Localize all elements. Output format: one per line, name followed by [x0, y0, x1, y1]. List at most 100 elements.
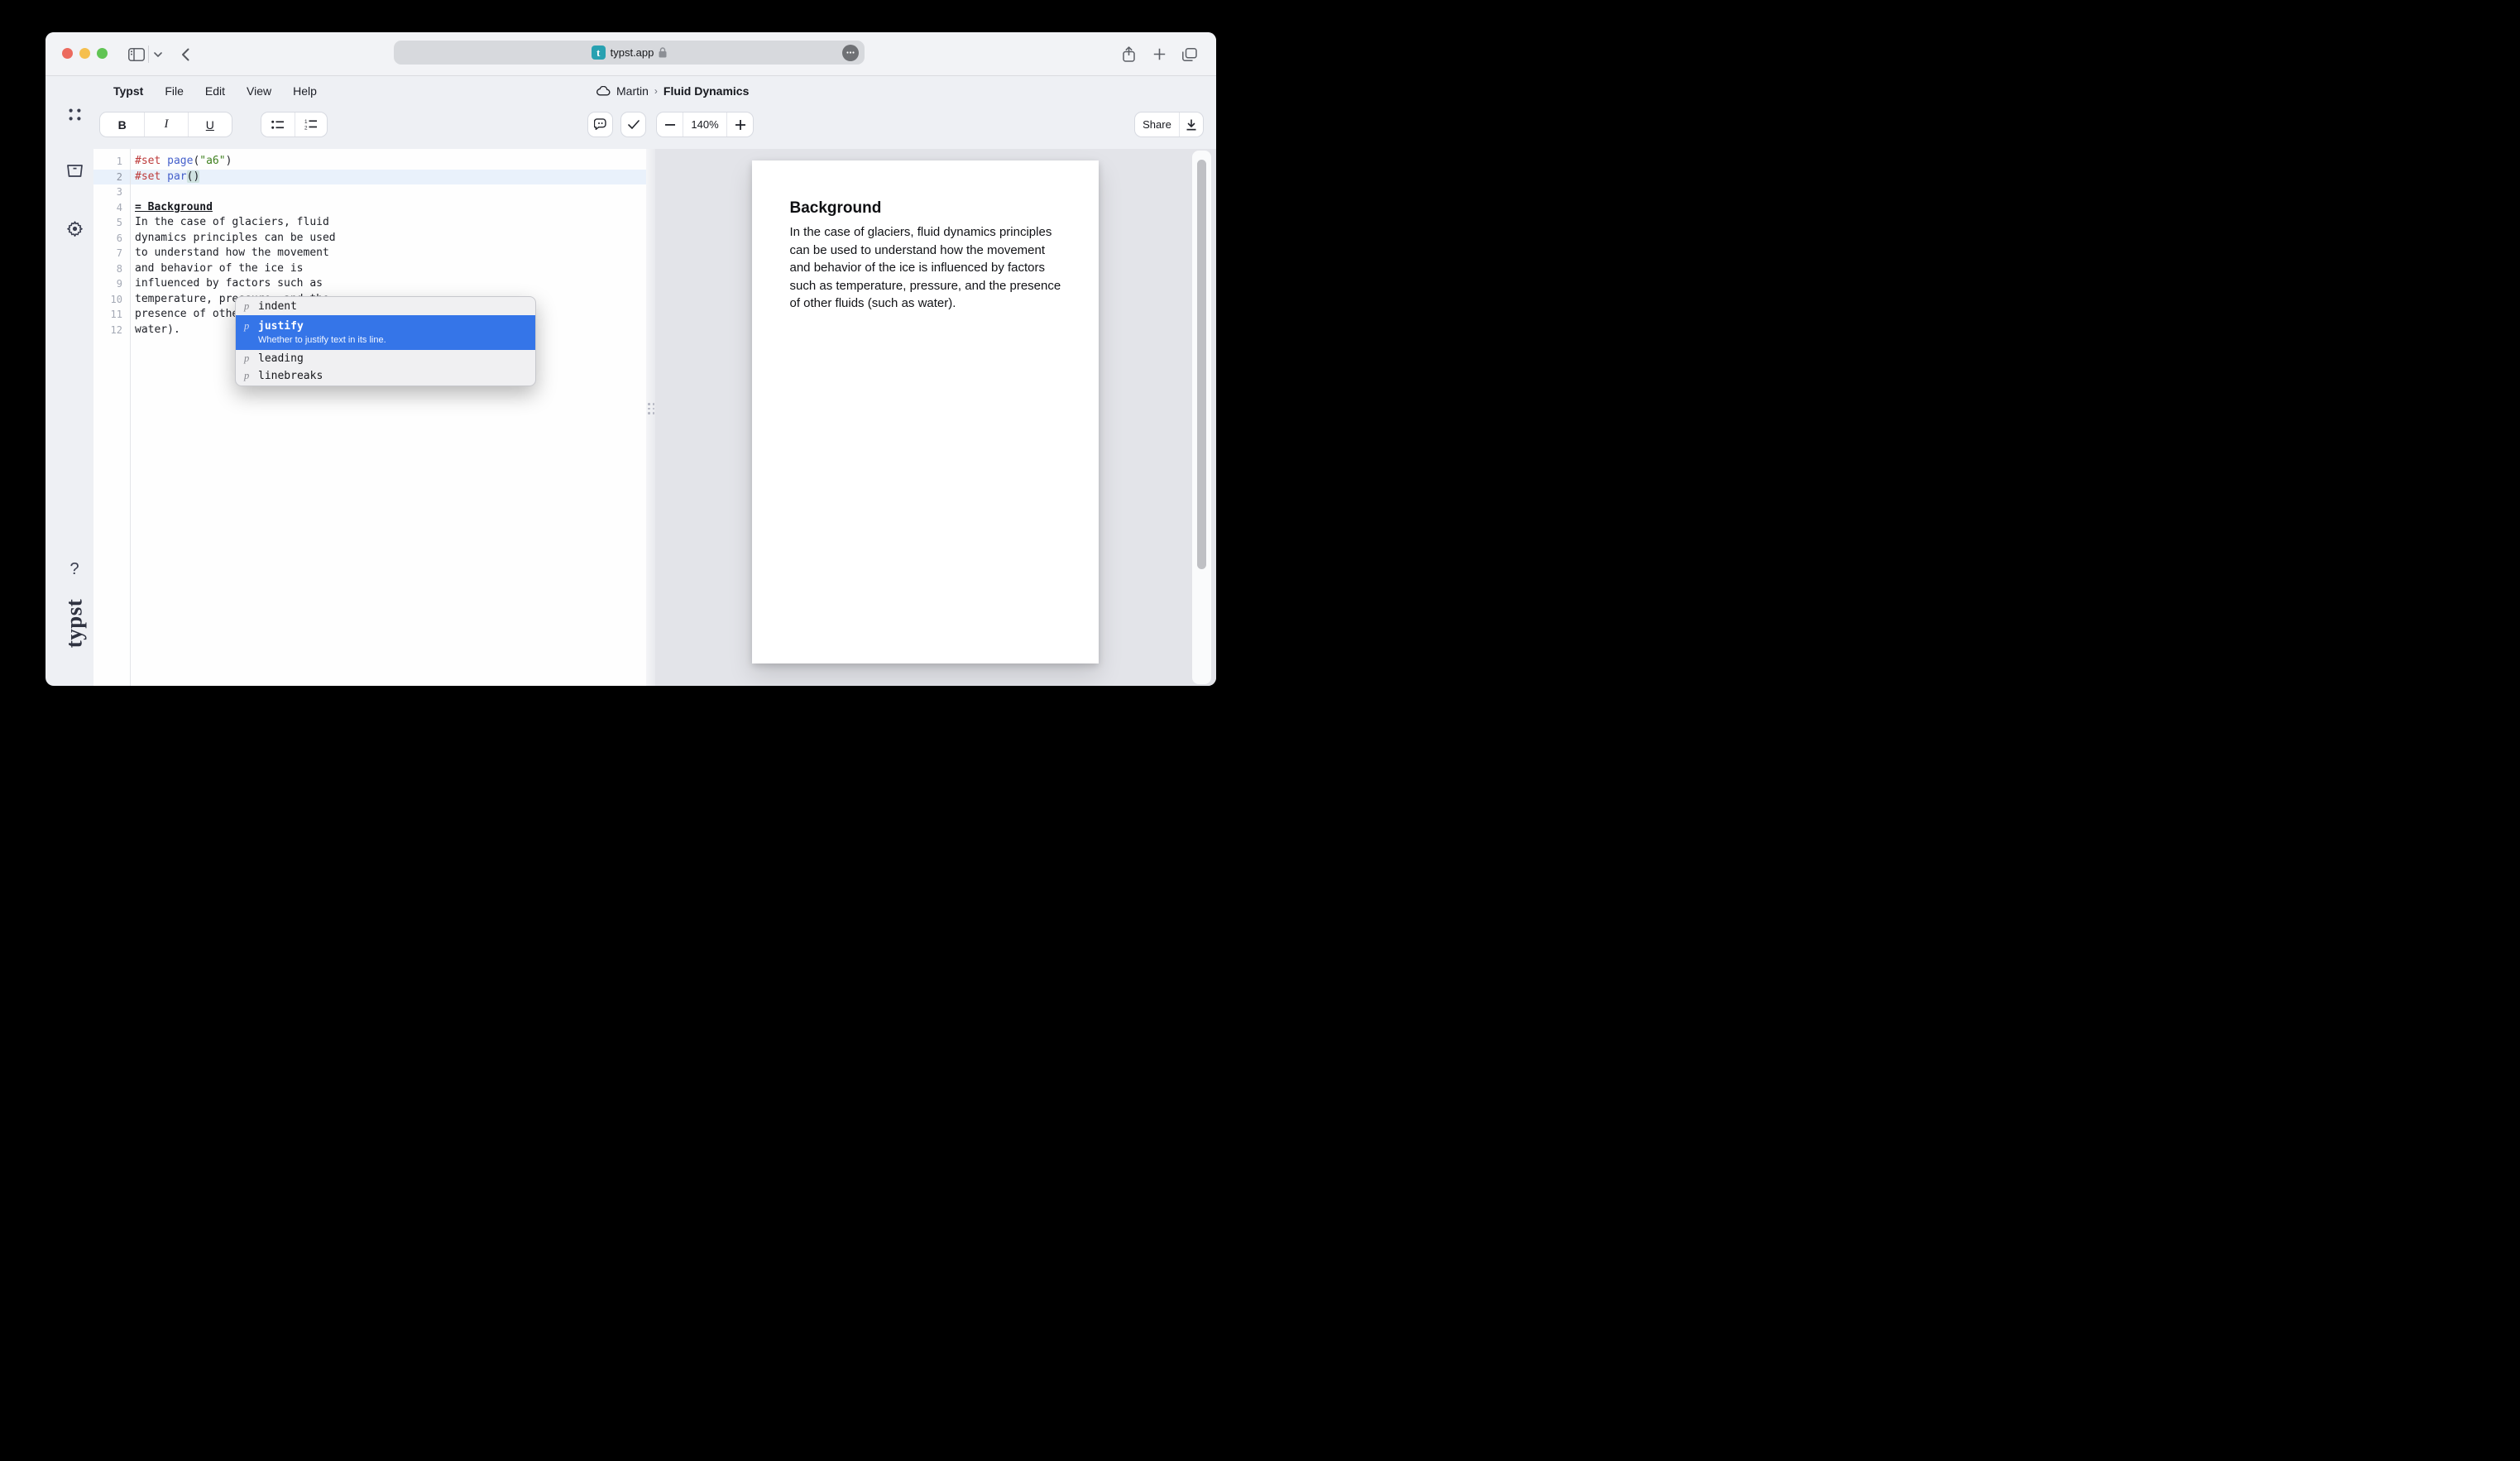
browser-window: t typst.app	[46, 32, 1216, 686]
italic-label: I	[165, 117, 169, 132]
list-format-group: 1 2	[261, 112, 328, 137]
zoom-out-button[interactable]	[657, 113, 683, 137]
code-line[interactable]: #set page("a6")	[93, 154, 646, 170]
divider-grip-icon[interactable]	[648, 403, 654, 418]
line-number: 6	[93, 231, 130, 247]
zoom-window-button[interactable]	[97, 48, 108, 59]
share-icon	[1123, 46, 1135, 62]
share-group: Share	[1134, 112, 1204, 137]
autocomplete-menu: pindentpjustifyWhether to justify text i…	[235, 296, 536, 386]
address-bar[interactable]: t typst.app	[394, 41, 865, 65]
bold-button[interactable]: B	[100, 113, 144, 137]
zoom-level-button[interactable]: 140%	[683, 113, 726, 137]
svg-text:2: 2	[304, 125, 308, 130]
back-chevron-icon	[181, 48, 189, 61]
line-numbers: 123456789101112	[93, 154, 130, 338]
menu-help[interactable]: Help	[293, 84, 317, 98]
typst-logo-text: typst	[62, 598, 88, 648]
page-settings-button[interactable]	[842, 45, 859, 61]
tab-overview-button[interactable]	[1177, 32, 1202, 76]
bold-label: B	[118, 118, 127, 132]
templates-box-icon	[67, 165, 83, 177]
svg-text:1: 1	[304, 119, 308, 125]
plus-icon	[735, 120, 745, 130]
line-number: 5	[93, 215, 130, 231]
settings-button[interactable]	[65, 221, 84, 237]
new-tab-button[interactable]	[1147, 32, 1171, 76]
zoom-in-button[interactable]	[726, 113, 753, 137]
menu-edit[interactable]: Edit	[205, 84, 225, 98]
help-icon: ?	[69, 560, 79, 579]
preview-heading: Background	[790, 199, 882, 218]
autocomplete-item[interactable]: pleading	[236, 350, 535, 367]
autocomplete-item-label: justify	[258, 320, 304, 333]
code-line[interactable]: influenced by factors such as	[93, 276, 646, 292]
code-line[interactable]: #set par()	[93, 170, 646, 185]
autocomplete-item-label: linebreaks	[258, 370, 323, 382]
share-button[interactable]: Share	[1135, 113, 1179, 137]
param-type-icon: p	[244, 370, 251, 382]
preview-scrollbar-thumb[interactable]	[1197, 160, 1206, 569]
spellcheck-button[interactable]	[620, 112, 646, 137]
preview-pane: Background In the case of glaciers, flui…	[655, 149, 1216, 686]
menu-typst[interactable]: Typst	[113, 84, 143, 98]
lock-icon	[659, 47, 667, 58]
menu-view[interactable]: View	[247, 84, 271, 98]
italic-button[interactable]: I	[144, 113, 187, 137]
code-line[interactable]: and behavior of the ice is	[93, 261, 646, 277]
toolbar-separator	[148, 46, 149, 63]
autocomplete-item[interactable]: pjustifyWhether to justify text in its l…	[236, 315, 535, 350]
breadcrumb: Martin › Fluid Dynamics	[596, 76, 749, 106]
comments-button[interactable]	[587, 112, 613, 137]
close-window-button[interactable]	[62, 48, 73, 59]
breadcrumb-separator: ›	[654, 85, 658, 97]
text-format-group: B I U	[99, 112, 232, 137]
autocomplete-item[interactable]: p linebreaks	[236, 367, 535, 385]
line-number: 3	[93, 184, 130, 200]
gutter-separator	[130, 149, 131, 686]
menu-file[interactable]: File	[165, 84, 184, 98]
download-icon	[1186, 119, 1196, 131]
code-line[interactable]: to understand how the movement	[93, 246, 646, 261]
plus-icon	[1153, 48, 1166, 60]
typst-logo: typst	[52, 588, 97, 658]
code-editor[interactable]: #set page("a6")#set par() = BackgroundIn …	[93, 149, 646, 686]
minus-icon	[665, 124, 675, 126]
line-number: 1	[93, 154, 130, 170]
app-menubar: Typst File Edit View Help	[113, 76, 317, 106]
line-number: 11	[93, 307, 130, 323]
numbered-list-icon: 1 2	[304, 119, 317, 130]
breadcrumb-document-title[interactable]: Fluid Dynamics	[664, 84, 749, 98]
back-button[interactable]	[176, 32, 194, 76]
tab-dropdown-button[interactable]	[151, 32, 165, 76]
apps-grid-icon	[69, 108, 81, 121]
preview-page: Background In the case of glaciers, flui…	[752, 160, 1099, 663]
zoom-control-group: 140%	[656, 112, 754, 137]
browser-share-button[interactable]	[1117, 32, 1140, 76]
underline-button[interactable]: U	[188, 113, 232, 137]
settings-gear-icon	[67, 221, 83, 237]
param-type-icon: p	[244, 352, 251, 365]
minimize-window-button[interactable]	[79, 48, 90, 59]
code-line[interactable]: In the case of glaciers, fluid	[93, 215, 646, 231]
line-number: 10	[93, 292, 130, 308]
help-button[interactable]: ?	[65, 560, 84, 579]
chevron-down-icon	[154, 52, 162, 57]
code-line[interactable]	[93, 184, 646, 200]
bullet-list-button[interactable]	[261, 113, 295, 137]
code-line[interactable]: dynamics principles can be used	[93, 231, 646, 247]
files-panel-button[interactable]	[65, 165, 84, 177]
check-icon	[628, 120, 640, 129]
browser-tab-bar: t typst.app	[46, 32, 1216, 76]
numbered-list-button[interactable]: 1 2	[295, 113, 328, 137]
screen: t typst.app	[0, 0, 1260, 730]
sidebar-toggle-button[interactable]	[124, 32, 149, 76]
download-button[interactable]	[1179, 113, 1203, 137]
breadcrumb-workspace[interactable]: Martin	[616, 84, 649, 98]
ellipsis-icon	[846, 51, 855, 54]
code-line[interactable]: = Background	[93, 200, 646, 216]
apps-grid-button[interactable]	[65, 108, 84, 121]
line-number: 9	[93, 276, 130, 292]
autocomplete-item[interactable]: pindent	[236, 298, 535, 315]
cloud-icon	[596, 86, 611, 96]
